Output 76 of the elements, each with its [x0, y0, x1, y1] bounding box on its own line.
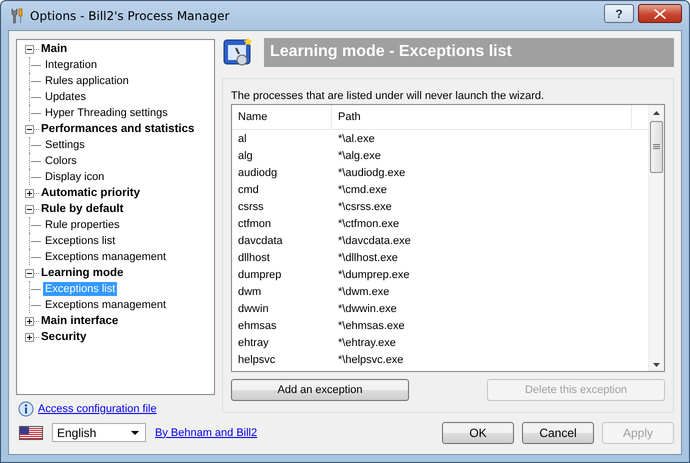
table-cell-text: dllhost [237, 252, 271, 264]
tree-item[interactable]: Display icon [43, 170, 106, 184]
tree-item[interactable]: Rules application [43, 74, 131, 88]
expand-icon[interactable] [25, 332, 34, 342]
tree-item[interactable]: Settings [43, 138, 87, 152]
scroll-up-icon[interactable] [653, 111, 660, 115]
tree-item[interactable]: Exceptions management [43, 298, 168, 312]
table-cell-text: *\alg.exe [337, 150, 382, 162]
tree-item[interactable]: Performances and statistics [41, 123, 194, 135]
config-link[interactable]: Access configuration file [38, 403, 157, 415]
tree-item[interactable]: Main [41, 43, 68, 55]
close-button[interactable] [638, 4, 682, 23]
table-cell-text: csrss [237, 200, 265, 212]
table-cell-text: audiodg [237, 166, 278, 178]
collapse-icon[interactable] [25, 268, 34, 278]
expand-icon[interactable] [25, 188, 34, 198]
section-header: Learning mode - Exceptions list [264, 38, 674, 66]
tree-item[interactable]: Learning mode [41, 267, 124, 279]
tree-item[interactable]: Hyper Threading settings [43, 106, 170, 120]
table-cell-text: *\ehmsas.exe [337, 320, 406, 332]
tree-item[interactable]: Automatic priority [41, 187, 140, 199]
collapse-icon[interactable] [25, 124, 34, 134]
description-text: The processes that are listed under will never launch the wizard. [231, 90, 546, 102]
table-cell-text: *\dwwin.exe [337, 302, 398, 314]
credits-link[interactable]: By Behnam and Bill2 [155, 426, 258, 438]
table-cell-text: dumprep [237, 268, 282, 280]
table-cell-text: ehmsas [237, 320, 278, 332]
tree-item[interactable]: Updates [43, 90, 88, 104]
table-cell-text: *\al.exe [337, 132, 376, 144]
column-header[interactable]: Name [232, 105, 332, 129]
table-cell-text: helpsvc [237, 354, 276, 366]
table-cell-text: *\csrss.exe [337, 200, 393, 212]
table-cell-text: *\ehtray.exe [337, 336, 397, 348]
table-cell-text: *\dllhost.exe [337, 252, 399, 264]
tree-item[interactable]: Rule properties [43, 218, 122, 232]
table-cell-text: dwwin [237, 302, 270, 314]
tree-item[interactable]: Rule by default [41, 203, 124, 215]
table-cell-text: cmd [237, 184, 260, 196]
table-cell-text: alg [237, 150, 254, 162]
list-button[interactable]: Add an exception [231, 379, 409, 401]
scroll-thumb[interactable] [650, 121, 663, 173]
table-cell-text: *\dwm.exe [337, 286, 390, 298]
close-icon [654, 8, 666, 18]
column-header[interactable]: Path [332, 105, 632, 129]
tree-item[interactable]: Main interface [41, 315, 118, 327]
wrench-screwdriver-icon [9, 8, 25, 24]
window-title: Options - Bill2's Process Manager [30, 8, 230, 22]
language-dropdown[interactable]: English [52, 423, 146, 442]
collapse-icon[interactable] [25, 204, 34, 214]
table-cell-text: ehtray [237, 336, 270, 348]
scrollbar[interactable] [648, 105, 664, 371]
tree-item[interactable]: Security [41, 331, 86, 343]
dropdown-arrow-icon [131, 430, 139, 434]
grip-icon [653, 144, 660, 150]
dialog-button[interactable]: Cancel [522, 422, 594, 444]
expand-icon[interactable] [25, 316, 34, 326]
tree-item[interactable]: Colors [43, 154, 79, 168]
table-cell-text: *\dumprep.exe [337, 268, 411, 280]
table-cell-text: davcdata [237, 234, 284, 246]
table-cell-text: ctfmon [237, 218, 272, 230]
table-cell-text: *\ctfmon.exe [337, 218, 400, 230]
table-cell-text: *\audiodg.exe [337, 166, 406, 178]
collapse-icon[interactable] [25, 44, 34, 54]
tree-item[interactable]: Integration [43, 58, 99, 72]
table-cell-text: al [237, 132, 248, 144]
table-cell-text: *\helpsvc.exe [337, 354, 404, 366]
table-cell-text: dwm [237, 286, 262, 298]
info-icon [18, 401, 34, 417]
scroll-down-icon[interactable] [653, 363, 660, 367]
flag-icon [19, 426, 43, 440]
help-button[interactable]: ? [604, 4, 634, 23]
dialog-button[interactable]: OK [442, 422, 514, 444]
tree-item[interactable]: Exceptions management [43, 250, 168, 264]
table-cell-text: *\davcdata.exe [337, 234, 412, 246]
table-cell-text: *\cmd.exe [337, 184, 388, 196]
tree-item[interactable]: Exceptions list [43, 234, 118, 248]
